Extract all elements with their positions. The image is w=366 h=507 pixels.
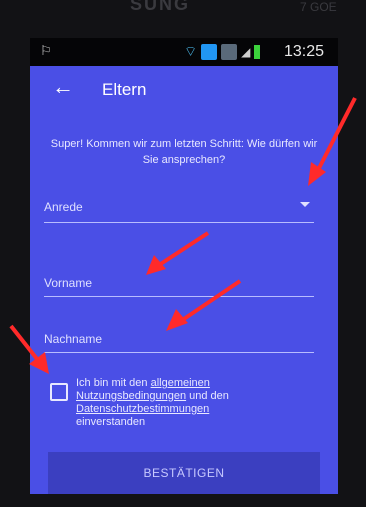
dropdown-arrow-icon bbox=[300, 202, 310, 207]
signal-icon: ◢ bbox=[241, 45, 251, 59]
privacy-link[interactable]: Datenschutzbestimmungen bbox=[76, 403, 209, 415]
notification-icon: ⚐ bbox=[40, 43, 52, 58]
device-brand: SUNG bbox=[130, 0, 191, 14]
device-corner-text: 7 GOE bbox=[300, 0, 337, 14]
terms-text: Ich bin mit den allgemeinen Nutzungsbedi… bbox=[76, 377, 276, 429]
salutation-label: Anrede bbox=[44, 200, 83, 214]
annotation-arrow-lastname bbox=[166, 279, 242, 331]
battery-saver-icon bbox=[201, 44, 218, 60]
terms-suffix: einverstanden bbox=[76, 416, 146, 428]
terms-checkbox[interactable] bbox=[50, 383, 68, 401]
status-time: 13:25 bbox=[283, 43, 324, 60]
wifi-icon: ⌔ bbox=[184, 43, 198, 59]
data-icon bbox=[221, 44, 238, 60]
annotation-arrow-checkbox bbox=[9, 324, 49, 374]
page-title: Eltern bbox=[102, 80, 147, 99]
annotation-arrow-dropdown bbox=[308, 97, 357, 186]
toolbar: ← Eltern bbox=[30, 66, 338, 112]
back-arrow-icon[interactable]: ← bbox=[52, 76, 74, 98]
battery-icon bbox=[254, 45, 261, 59]
confirm-button[interactable]: BESTÄTIGEN bbox=[48, 452, 320, 494]
terms-prefix: Ich bin mit den bbox=[76, 377, 151, 389]
status-icons: ⌔ ◢ bbox=[184, 43, 261, 61]
status-bar: ⚐ ⌔ ◢ 13:25 bbox=[30, 38, 338, 66]
salutation-select[interactable]: Anrede bbox=[44, 198, 314, 223]
terms-middle: und den bbox=[186, 390, 229, 402]
firstname-label: Vorname bbox=[44, 276, 93, 290]
intro-text: Super! Kommen wir zum letzten Schritt: W… bbox=[50, 138, 318, 166]
